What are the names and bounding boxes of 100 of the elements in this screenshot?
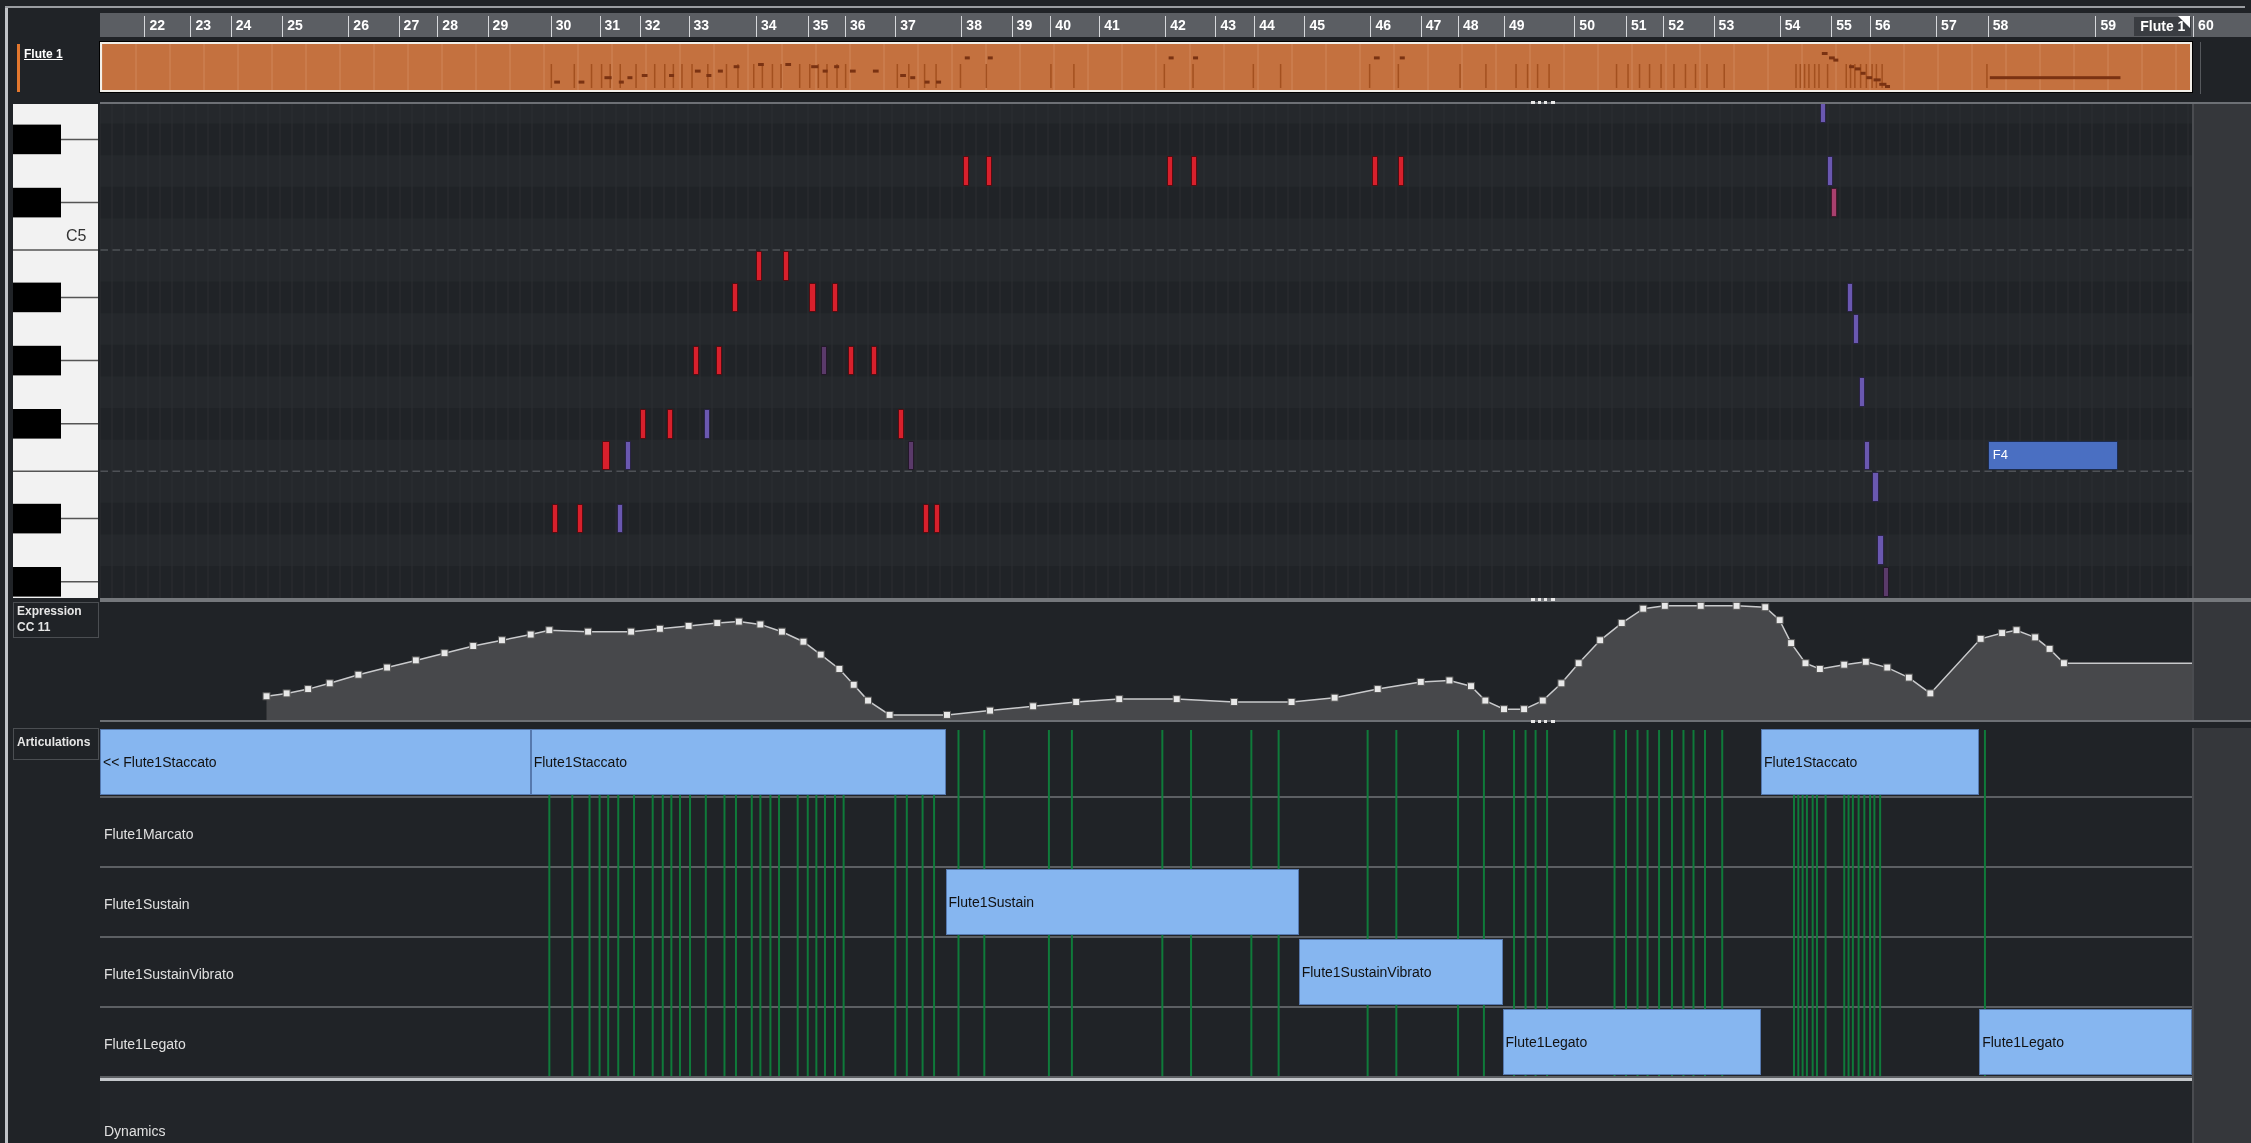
midi-note[interactable] [625,440,632,471]
midi-note[interactable] [1827,156,1833,186]
midi-note[interactable] [870,345,877,376]
part-name-tag: Flute 1 [2134,17,2192,36]
midi-note[interactable] [1871,472,1879,502]
bar-number: 22 [149,16,166,34]
bar-number: 36 [850,16,866,34]
bar-number: 56 [1875,16,1891,34]
bar-number: 57 [1941,16,1957,34]
lane-title: Articulations [17,735,91,749]
track-color-strip [17,44,20,92]
midi-note[interactable] [639,409,646,439]
bar-number: 45 [1309,16,1326,34]
bar-number: 47 [1425,16,1442,34]
midi-note[interactable] [847,345,854,376]
midi-note[interactable] [1191,156,1198,186]
bar-number: 46 [1375,16,1392,34]
midi-note[interactable] [1397,156,1404,186]
bar-number: 34 [761,16,777,34]
articulation-block[interactable]: Flute1Staccato [530,729,946,795]
midi-note[interactable] [616,503,623,534]
midi-note[interactable] [1819,104,1826,123]
midi-note[interactable] [1858,377,1865,407]
bar-number: 35 [812,16,829,34]
midi-note[interactable] [1852,314,1859,344]
splitter-handle[interactable] [1531,720,1556,723]
lane-name: Flute1Marcato [104,825,194,844]
articulation-block[interactable]: Flute1Staccato [1760,729,1980,795]
midi-note[interactable] [1883,567,1889,597]
midi-note[interactable] [1847,282,1854,313]
controller-curve[interactable] [262,602,2192,720]
bar-number: 55 [1836,16,1852,34]
midi-note[interactable] [820,345,827,376]
midi-note[interactable] [1864,440,1871,471]
lane-name: Dynamics [104,1122,166,1141]
bar-number: 25 [287,16,303,34]
midi-note[interactable] [783,251,790,281]
midi-note[interactable] [704,409,711,439]
bar-number: 51 [1631,16,1647,34]
midi-note[interactable] [832,282,839,313]
midi-note[interactable] [1831,187,1838,218]
articulation-block[interactable]: Flute1SustainVibrato [1298,939,1503,1005]
midi-note[interactable] [908,440,915,471]
midi-note[interactable] [985,156,992,186]
midi-note[interactable] [756,251,763,281]
bar-number: 27 [403,16,420,34]
lane-name: Flute1Sustain [104,895,190,914]
midi-note[interactable] [1166,156,1173,186]
bar-number: 43 [1220,16,1237,34]
articulation-block[interactable]: Flute1Sustain [945,869,1299,935]
bar-number: 31 [604,16,621,34]
midi-note[interactable] [667,409,674,439]
bar-number: 53 [1718,16,1735,34]
bar-number: 39 [1016,16,1033,34]
bar-number: 58 [1992,16,2009,34]
bar-number: 44 [1259,16,1275,34]
bar-number: 26 [353,16,369,34]
bar-number: 37 [900,16,916,34]
lane-name: Flute1Legato [104,1035,186,1054]
bar-number: 59 [2100,16,2117,34]
midi-note[interactable] [962,156,969,186]
midi-note[interactable] [602,440,610,471]
piano-keyboard[interactable] [13,104,98,598]
bar-number: 60 [2198,16,2214,34]
bar-number: 42 [1170,16,1186,34]
lane-name: Flute1SustainVibrato [104,965,234,984]
bar-number: 32 [644,16,661,34]
midi-note[interactable] [934,503,941,534]
midi-note[interactable] [715,345,722,376]
midi-note[interactable] [731,282,738,313]
midi-note[interactable] [576,503,583,534]
splitter-handle[interactable] [1531,598,1556,601]
midi-note[interactable] [898,409,905,439]
track-name[interactable]: Flute 1 [24,45,63,63]
bar-number: 50 [1579,16,1595,34]
midi-note[interactable] [1371,156,1378,186]
articulation-block[interactable]: Flute1Legato [1502,1009,1761,1075]
lane-title: Expression [17,603,83,619]
timeline-ruler[interactable]: 22 23 24 25 26 27 28 29 30 31 32 33 34 35 36 37 38 39 40 41 42 43 44 45 46 47 48 49 50 51 52 53 54 55 56 57 58 59 Flute 1 60 [100,13,2251,37]
articulation-block[interactable]: Flute1Legato [1979,1009,2192,1075]
bar-number: 38 [966,16,982,34]
bar-number: 40 [1055,16,1071,34]
midi-note[interactable] [1877,535,1885,565]
bar-number: 54 [1784,16,1801,34]
note-block[interactable]: F4 [1987,440,2119,471]
bar-number: 29 [492,16,509,34]
bar-number: 48 [1463,16,1479,34]
midi-note[interactable] [692,345,699,376]
midi-note[interactable] [552,503,559,534]
midi-note[interactable] [922,503,929,534]
bar-number: 33 [693,16,710,34]
key-label: C5 [66,226,87,247]
midi-part[interactable] [100,42,2192,92]
bar-number: 49 [1509,16,1525,34]
articulation-block[interactable]: << Flute1Staccato [100,729,531,795]
midi-note[interactable] [809,282,817,313]
bar-number: 23 [195,16,211,34]
bar-number: 41 [1104,16,1120,34]
piano-roll-grid[interactable]: F4 [100,104,2192,598]
bar-number: 52 [1668,16,1684,34]
